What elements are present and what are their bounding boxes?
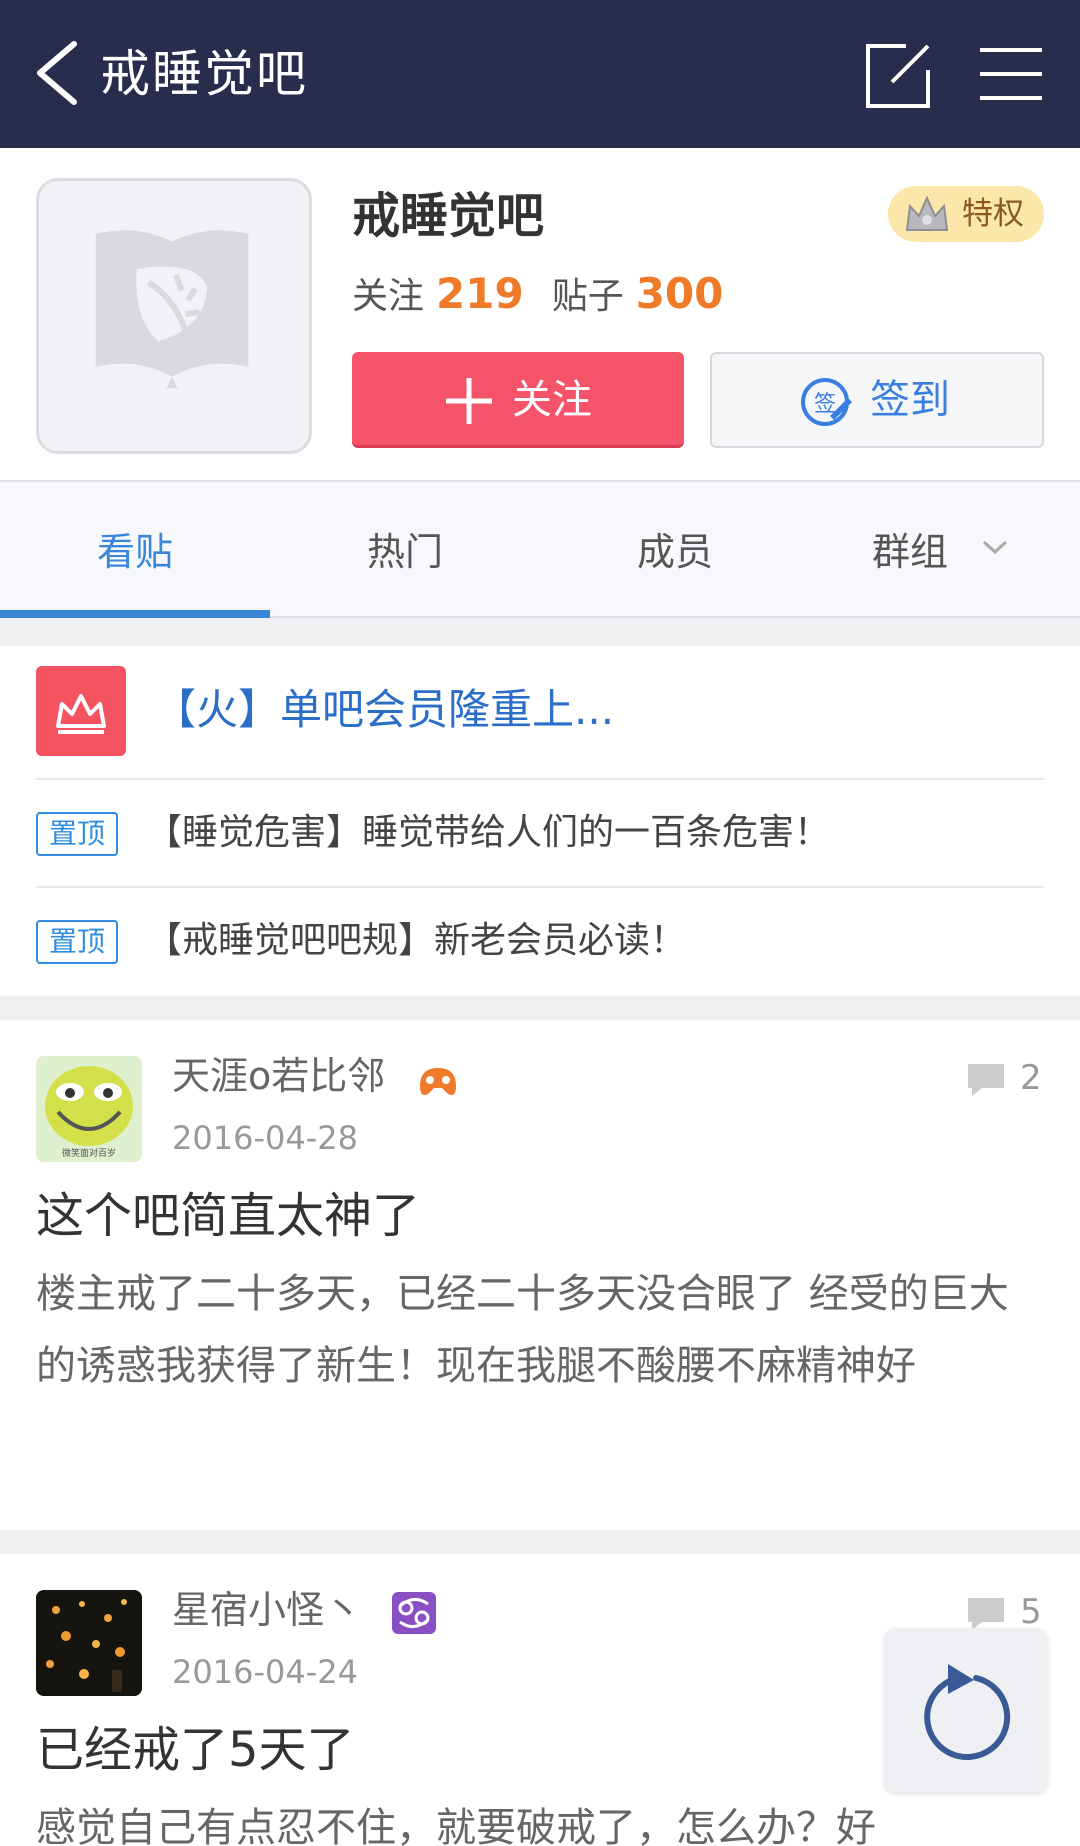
tab-hot[interactable]: 热门 — [270, 482, 540, 616]
forum-avatar — [36, 178, 312, 454]
pinned-post[interactable]: 置顶 【睡觉危害】睡觉带给人们的一百条危害！ — [36, 780, 1046, 888]
game-badge-icon — [420, 1068, 456, 1095]
avatar[interactable]: 微笑面对百岁 — [36, 1056, 142, 1162]
forum-header: 戒睡觉吧 特权 关注 219 贴子 300 关注 签 签到 — [0, 148, 1080, 482]
member-crown-icon — [36, 666, 126, 756]
thread-title[interactable]: 这个吧简直太神了 — [36, 1184, 420, 1248]
pinned-tag: 置顶 — [36, 920, 118, 964]
sign-in-button-label: 签到 — [870, 377, 950, 423]
thread-excerpt: 感觉自己有点忍不住，就要破戒了，怎么办？好 — [36, 1805, 876, 1846]
compose-icon[interactable] — [862, 40, 934, 112]
refresh-button[interactable] — [884, 1628, 1048, 1792]
pinned-section: 【火】单吧会员隆重上... 置顶 【睡觉危害】睡觉带给人们的一百条危害！ 置顶 … — [0, 646, 1080, 996]
comment-icon — [968, 1064, 1004, 1096]
follow-count: 219 — [436, 269, 524, 318]
tab-posts[interactable]: 看贴 — [0, 482, 270, 616]
sign-in-icon: 签 — [801, 378, 852, 426]
tab-bar: 看贴 热门 成员 群组 — [0, 482, 1080, 618]
pinned-post[interactable]: 置顶 【戒睡觉吧吧规】新老会员必读！ — [36, 888, 1046, 996]
comment-icon — [968, 1598, 1004, 1630]
pinned-title: 【睡觉危害】睡觉带给人们的一百条危害！ — [146, 812, 831, 853]
forum-stats: 关注 219 贴子 300 — [352, 270, 723, 321]
post-count: 300 — [635, 269, 724, 318]
reply-count: 2 — [1020, 1058, 1042, 1098]
avatar[interactable] — [36, 1590, 142, 1696]
follow-button-label: 关注 — [512, 377, 592, 423]
author-name[interactable]: 星宿小怪丶 — [172, 1584, 362, 1636]
post-date: 2016-04-24 — [172, 1653, 358, 1691]
book-leaf-icon — [95, 230, 249, 389]
privilege-badge[interactable]: 特权 — [888, 186, 1044, 242]
chevron-down-icon[interactable] — [980, 536, 1010, 558]
thread-item[interactable]: 微笑面对百岁 天涯o若比邻 2016-04-28 2 这个吧简直太神了 楼主戒了… — [0, 1020, 1080, 1530]
privilege-label: 特权 — [962, 196, 1024, 232]
post-date: 2016-04-28 — [172, 1119, 358, 1157]
pinned-tag: 置顶 — [36, 812, 118, 856]
follow-button[interactable]: 关注 — [352, 352, 684, 448]
active-tab-indicator — [0, 610, 270, 618]
page-title: 戒睡觉吧 — [100, 45, 308, 103]
author-name[interactable]: 天涯o若比邻 — [172, 1050, 385, 1102]
tab-members[interactable]: 成员 — [540, 482, 810, 616]
thread-title[interactable]: 已经戒了5天了 — [36, 1718, 355, 1782]
sign-in-button[interactable]: 签 签到 — [710, 352, 1044, 448]
thread-excerpt: 楼主戒了二十多天，已经二十多天没合眼了 经受的巨大的诱惑我获得了新生！现在我腿不… — [36, 1271, 1009, 1389]
back-icon[interactable] — [30, 38, 90, 108]
member-promo-link[interactable]: 【火】单吧会员隆重上... — [154, 682, 614, 738]
menu-icon[interactable] — [978, 44, 1044, 104]
refresh-icon — [924, 1664, 1011, 1760]
pinned-title: 【戒睡觉吧吧规】新老会员必读！ — [146, 920, 687, 961]
follow-count-label: 关注 — [352, 276, 425, 317]
top-bar: 戒睡觉吧 — [0, 0, 1080, 148]
post-count-label: 贴子 — [551, 276, 624, 317]
plus-icon — [446, 378, 492, 424]
sign-in-icon-glyph: 签 — [814, 392, 836, 417]
avatar-caption: 微笑面对百岁 — [62, 1147, 116, 1159]
crown-icon — [905, 195, 949, 231]
cancer-zodiac-icon — [392, 1592, 436, 1634]
forum-name: 戒睡觉吧 — [352, 188, 545, 244]
